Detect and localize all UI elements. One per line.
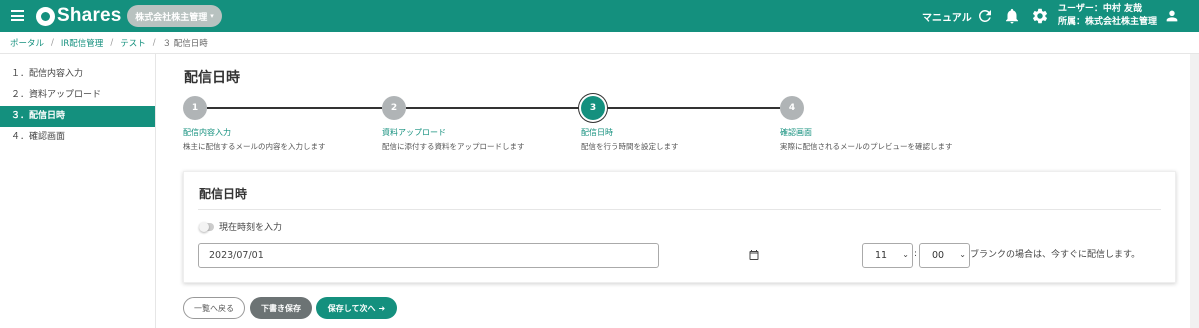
step-4-description: 実際に配信されるメールのプレビューを確認します <box>780 142 953 151</box>
arrow-right-icon: ➜ <box>378 303 386 313</box>
step-connector <box>605 107 780 109</box>
menu-icon[interactable] <box>11 10 24 21</box>
sidebar-item-delivery-datetime[interactable]: ３．配信日時 <box>0 106 155 127</box>
step-4-label: 確認画面 <box>780 128 812 137</box>
step-2-label: 資料アップロード <box>382 128 446 137</box>
breadcrumb-ir-delivery[interactable]: IR配信管理 <box>61 37 103 49</box>
progress-stepper: 1 2 3 4 配信内容入力 資料アップロード 配信日時 確認画面 株主に配信す… <box>183 96 1003 156</box>
refresh-icon[interactable] <box>976 7 994 25</box>
time-separator: : <box>914 249 918 259</box>
step-2-description: 配信に添付する資料をアップロードします <box>382 142 525 151</box>
delivery-date-input[interactable] <box>198 243 659 268</box>
save-draft-button[interactable]: 下書き保存 <box>250 297 312 319</box>
org-selector-button[interactable]: 株式会社株主管理 ▾ <box>127 5 222 27</box>
step-1-description: 株主に配信するメールの内容を入力します <box>183 142 326 151</box>
save-and-next-button[interactable]: 保存して次へ ➜ <box>316 297 397 319</box>
step-1-circle: 1 <box>183 96 207 120</box>
step-connector <box>207 107 382 109</box>
notification-bell-icon[interactable] <box>1003 7 1021 25</box>
caret-down-icon: ▾ <box>210 12 214 20</box>
chevron-down-icon: ⌄ <box>959 250 966 259</box>
logo-mark-icon <box>36 6 55 26</box>
org-selector-label: 株式会社株主管理 <box>135 12 208 23</box>
delivery-datetime-card: 配信日時 現在時刻を入力 11 ⌄ : 00 ⌄ ブランクの場合は、今すぐに配信… <box>183 171 1176 283</box>
user-affiliation: 所属：株式会社株主管理 <box>1058 17 1158 27</box>
save-draft-label: 下書き保存 <box>261 303 301 313</box>
minute-value: 00 <box>932 250 945 261</box>
chevron-down-icon: ⌄ <box>902 250 909 259</box>
hour-value: 11 <box>875 250 888 261</box>
breadcrumb-separator: / <box>110 37 114 48</box>
manual-link[interactable]: マニュアル <box>922 9 972 24</box>
user-info: ユーザー：中村 友哉 所属：株式会社株主管理 <box>1058 3 1157 29</box>
breadcrumb-portal[interactable]: ポータル <box>10 37 44 49</box>
breadcrumb-test[interactable]: テスト <box>120 37 146 49</box>
page-scrollbar[interactable] <box>1190 54 1199 328</box>
gear-icon[interactable] <box>1031 7 1049 25</box>
breadcrumb-current: ３ 配信日時 <box>162 38 208 49</box>
logo-text: Shares <box>57 5 122 26</box>
step-2-circle: 2 <box>382 96 406 120</box>
step-4-circle: 4 <box>780 96 804 120</box>
now-time-toggle[interactable] <box>199 222 214 232</box>
divider <box>198 209 1161 210</box>
save-and-next-label: 保存して次へ <box>327 303 376 313</box>
step-connector <box>406 107 581 109</box>
app-logo[interactable]: Shares <box>36 5 122 26</box>
step-1-label: 配信内容入力 <box>183 128 231 137</box>
step-3-circle: 3 <box>581 96 605 120</box>
hour-select[interactable]: 11 ⌄ <box>862 243 913 268</box>
sidebar-item-file-upload[interactable]: ２．資料アップロード <box>0 85 155 106</box>
breadcrumb-separator: / <box>152 37 156 48</box>
step-3-label: 配信日時 <box>581 128 613 137</box>
step-sidebar: １．配信内容入力 ２．資料アップロード ３．配信日時 ４．確認画面 <box>0 54 156 328</box>
calendar-icon[interactable] <box>748 249 760 261</box>
sidebar-item-confirmation[interactable]: ４．確認画面 <box>0 127 155 148</box>
user-account-icon[interactable] <box>1164 8 1180 24</box>
back-to-list-button[interactable]: 一覧へ戻る <box>183 297 245 319</box>
back-to-list-label: 一覧へ戻る <box>194 303 234 313</box>
top-header: Shares 株式会社株主管理 ▾ マニュアル ユーザー：中村 友哉 所属：株式… <box>0 0 1199 32</box>
minute-select[interactable]: 00 ⌄ <box>919 243 970 268</box>
sidebar-item-content-input[interactable]: １．配信内容入力 <box>0 64 155 85</box>
card-title: 配信日時 <box>199 187 248 201</box>
page-title: 配信日時 <box>184 70 240 86</box>
user-name: ユーザー：中村 友哉 <box>1058 4 1142 14</box>
breadcrumb-separator: / <box>51 37 54 48</box>
now-time-toggle-label: 現在時刻を入力 <box>219 223 283 233</box>
blank-hint-text: ブランクの場合は、今すぐに配信します。 <box>970 250 1141 260</box>
step-3-description: 配信を行う時間を設定します <box>581 142 679 151</box>
breadcrumb: ポータル / IR配信管理 / テスト / ３ 配信日時 <box>0 32 1199 54</box>
